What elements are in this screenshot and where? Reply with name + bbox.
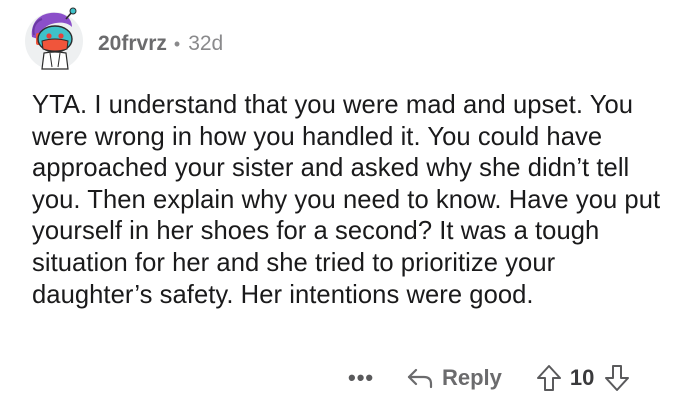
reply-label: Reply	[442, 365, 502, 390]
vote-score: 10	[569, 365, 595, 390]
reply-arrow-icon	[406, 366, 434, 390]
user-avatar[interactable]	[22, 7, 86, 71]
more-options-button[interactable]: •••	[348, 365, 378, 391]
username-link[interactable]: 20frvrz	[98, 32, 167, 56]
comment-card: 20frvrz • 32d YTA. I understand that you…	[0, 0, 700, 409]
comment-header: 20frvrz • 32d	[22, 2, 223, 76]
comment-body: YTA. I understand that you were mad and …	[32, 91, 661, 309]
downvote-arrow-icon[interactable]	[604, 364, 630, 392]
vote-controls: 10	[536, 364, 630, 392]
comment-age: 32d	[188, 32, 224, 55]
reply-button[interactable]: Reply	[406, 365, 502, 391]
reddit-snoo-avatar-icon	[25, 7, 83, 70]
comment-actions: ••• Reply 10	[348, 358, 630, 398]
upvote-arrow-icon[interactable]	[536, 364, 562, 392]
meta-separator: •	[173, 33, 181, 54]
comment-meta: 20frvrz • 32d	[98, 32, 223, 56]
